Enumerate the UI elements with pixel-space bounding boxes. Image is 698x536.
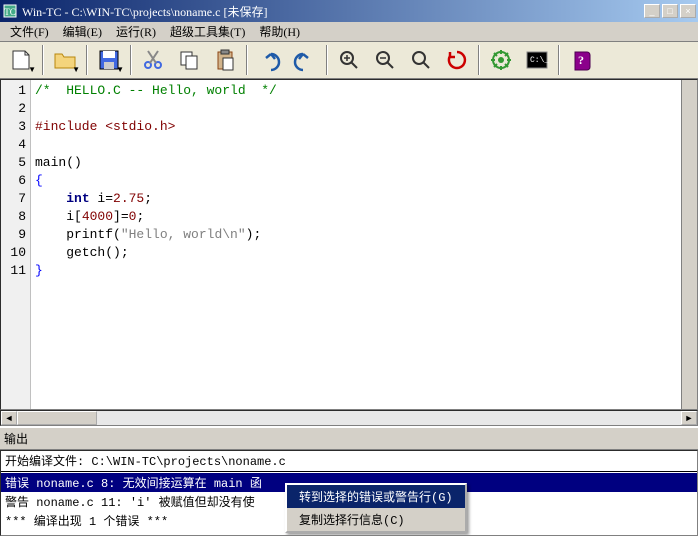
- copy-button[interactable]: [172, 44, 206, 76]
- toolbar-separator: [326, 45, 328, 75]
- line-number: 11: [1, 262, 26, 280]
- scroll-track[interactable]: [97, 411, 681, 425]
- code-preproc: #include <stdio.h>: [35, 119, 175, 134]
- dropdown-arrow-icon: ▼: [72, 65, 80, 74]
- output-line[interactable]: 开始编译文件: C:\WIN-TC\projects\noname.c: [1, 451, 697, 470]
- line-number: 1: [1, 82, 26, 100]
- code-type: int: [66, 191, 89, 206]
- code-brace: {: [35, 173, 43, 188]
- code-func: main(): [35, 155, 82, 170]
- output-panel-title: 输出: [0, 426, 698, 450]
- app-icon: TC: [2, 3, 18, 19]
- code-number: 2.75: [113, 191, 144, 206]
- find-button[interactable]: [404, 44, 438, 76]
- menu-file[interactable]: 文件(F): [4, 21, 55, 42]
- help-button[interactable]: ?: [564, 44, 598, 76]
- line-number: 7: [1, 190, 26, 208]
- redo-button[interactable]: [288, 44, 322, 76]
- code-area[interactable]: /* HELLO.C -- Hello, world */ #include <…: [31, 80, 681, 409]
- svg-text:?: ?: [578, 53, 584, 67]
- dropdown-arrow-icon: ▼: [116, 65, 124, 74]
- line-number: 8: [1, 208, 26, 226]
- toolbar-separator: [86, 45, 88, 75]
- zoom-in-button[interactable]: [332, 44, 366, 76]
- code-string: "Hello, world\n": [121, 227, 246, 242]
- window-controls: _ □ ×: [644, 4, 696, 18]
- output-separator: [1, 471, 697, 472]
- save-button[interactable]: ▼: [92, 44, 126, 76]
- close-button[interactable]: ×: [680, 4, 696, 18]
- refresh-button[interactable]: [440, 44, 474, 76]
- line-number-gutter: 1 2 3 4 5 6 7 8 9 10 11: [1, 80, 31, 409]
- vertical-scrollbar[interactable]: [681, 80, 697, 409]
- toolbar-separator: [246, 45, 248, 75]
- menu-edit[interactable]: 编辑(E): [57, 21, 108, 42]
- context-menu-copy-line[interactable]: 复制选择行信息(C): [287, 508, 465, 531]
- menu-run[interactable]: 运行(R): [110, 21, 162, 42]
- context-menu-goto-error[interactable]: 转到选择的错误或警告行(G): [287, 485, 465, 508]
- svg-text:C:\_: C:\_: [530, 56, 549, 65]
- context-menu: 转到选择的错误或警告行(G) 复制选择行信息(C): [285, 483, 467, 533]
- line-number: 5: [1, 154, 26, 172]
- scroll-left-arrow-icon[interactable]: ◄: [1, 411, 17, 425]
- line-number: 6: [1, 172, 26, 190]
- toolbar-separator: [130, 45, 132, 75]
- minimize-button[interactable]: _: [644, 4, 660, 18]
- cut-button[interactable]: [136, 44, 170, 76]
- run-console-button[interactable]: C:\_: [520, 44, 554, 76]
- titlebar: TC Win-TC - C:\WIN-TC\projects\noname.c …: [0, 0, 698, 22]
- code-comment: /* HELLO.C -- Hello, world */: [35, 83, 277, 98]
- maximize-button[interactable]: □: [662, 4, 678, 18]
- horizontal-scrollbar[interactable]: ◄ ►: [0, 410, 698, 426]
- menu-tools[interactable]: 超级工具集(T): [164, 21, 251, 42]
- line-number: 3: [1, 118, 26, 136]
- toolbar-separator: [42, 45, 44, 75]
- compile-button[interactable]: [484, 44, 518, 76]
- code-brace: }: [35, 263, 43, 278]
- code-number: 4000: [82, 209, 113, 224]
- toolbar: ▼ ▼ ▼ C:\_ ?: [0, 42, 698, 79]
- menubar: 文件(F) 编辑(E) 运行(R) 超级工具集(T) 帮助(H): [0, 22, 698, 42]
- zoom-out-button[interactable]: [368, 44, 402, 76]
- line-number: 9: [1, 226, 26, 244]
- undo-button[interactable]: [252, 44, 286, 76]
- line-number: 10: [1, 244, 26, 262]
- line-number: 4: [1, 136, 26, 154]
- scroll-thumb[interactable]: [17, 411, 97, 425]
- window-title: Win-TC - C:\WIN-TC\projects\noname.c [未保…: [22, 3, 644, 20]
- svg-text:TC: TC: [4, 7, 16, 17]
- paste-button[interactable]: [208, 44, 242, 76]
- toolbar-separator: [558, 45, 560, 75]
- open-file-button[interactable]: ▼: [48, 44, 82, 76]
- menu-help[interactable]: 帮助(H): [253, 21, 306, 42]
- line-number: 2: [1, 100, 26, 118]
- new-file-button[interactable]: ▼: [4, 44, 38, 76]
- scroll-right-arrow-icon[interactable]: ►: [681, 411, 697, 425]
- output-panel: 开始编译文件: C:\WIN-TC\projects\noname.c 错误 n…: [0, 450, 698, 536]
- dropdown-arrow-icon: ▼: [28, 65, 36, 74]
- code-editor: 1 2 3 4 5 6 7 8 9 10 11 /* HELLO.C -- He…: [0, 79, 698, 410]
- toolbar-separator: [478, 45, 480, 75]
